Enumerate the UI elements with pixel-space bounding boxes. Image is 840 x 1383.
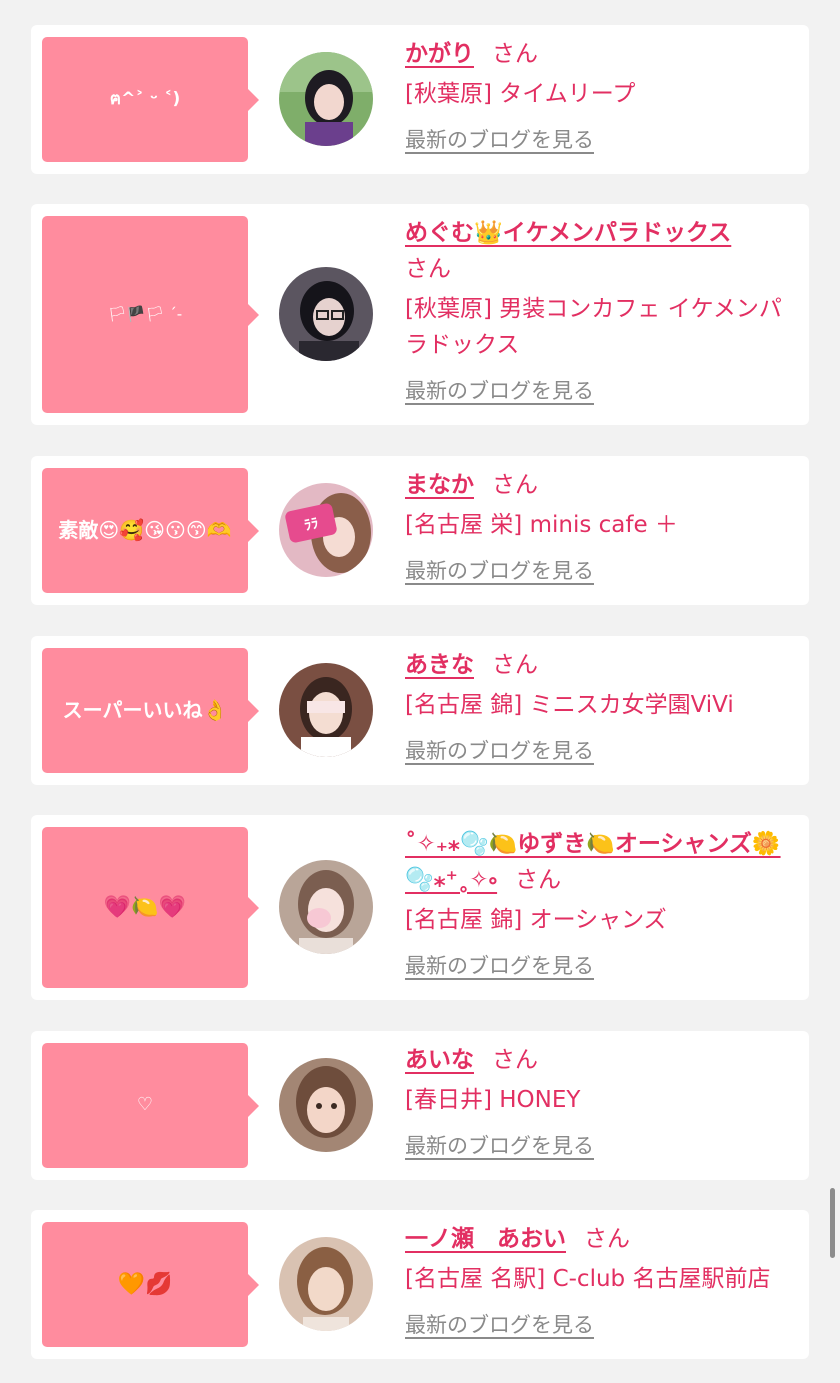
reaction-bubble: ♡ bbox=[42, 1043, 259, 1168]
reaction-bubble: 💗🍋💗 bbox=[42, 827, 259, 988]
avatar-image bbox=[279, 267, 373, 361]
vertical-scrollbar[interactable] bbox=[830, 1188, 835, 1258]
name-line: めぐむ👑イケメンパラドックス さん bbox=[405, 215, 789, 287]
card-info: あいな さん [春日井] HONEY 最新のブログを見る bbox=[405, 1042, 789, 1160]
user-name-link[interactable]: ˚✧₊⁎🫧🍋ゆずき🍋オーシャンズ🌼🫧⁎⁺˳✧༚ bbox=[405, 831, 781, 893]
shop-name: [名古屋 錦] ミニスカ女学園ViVi bbox=[405, 692, 734, 718]
name-line: あきな さん bbox=[405, 647, 789, 683]
card-info: かがり さん [秋葉原] タイムリープ 最新のブログを見る bbox=[405, 36, 789, 154]
avatar[interactable] bbox=[279, 52, 373, 146]
card-info: ˚✧₊⁎🫧🍋ゆずき🍋オーシャンズ🌼🫧⁎⁺˳✧༚ さん [名古屋 錦] オーシャンズ… bbox=[405, 826, 789, 980]
name-line: まなか さん bbox=[405, 467, 789, 503]
card-info: あきな さん [名古屋 錦] ミニスカ女学園ViVi 最新のブログを見る bbox=[405, 647, 789, 765]
user-name-link[interactable]: 一ノ瀬 あおい bbox=[405, 1226, 566, 1252]
latest-blog-link[interactable]: 最新のブログを見る bbox=[405, 735, 594, 765]
honorific: さん bbox=[492, 1047, 538, 1073]
latest-blog-link[interactable]: 最新のブログを見る bbox=[405, 950, 594, 980]
reaction-bubble: スーパーいいね👌 bbox=[42, 648, 259, 773]
shop-name: [名古屋 錦] オーシャンズ bbox=[405, 907, 667, 933]
reaction-bubble: ฅ^˃ ᵕ ˂) bbox=[42, 37, 259, 162]
latest-blog-link[interactable]: 最新のブログを見る bbox=[405, 375, 594, 405]
avatar[interactable] bbox=[279, 1237, 373, 1331]
latest-blog-link[interactable]: 最新のブログを見る bbox=[405, 555, 594, 585]
reaction-card: 素敵😍🥰😘😗😙🫶 ﾗﾗ まなか さん [名古屋 栄] minis cafe ＋ 最… bbox=[31, 456, 809, 605]
avatar[interactable]: ﾗﾗ bbox=[279, 483, 373, 577]
card-info: まなか さん [名古屋 栄] minis cafe ＋ 最新のブログを見る bbox=[405, 467, 789, 585]
honorific: さん bbox=[584, 1226, 630, 1252]
reaction-card: ฅ^˃ ᵕ ˂) かがり さん [秋葉原] タイムリープ 最新のブログを見る bbox=[31, 25, 809, 174]
reaction-card: 🧡💋 一ノ瀬 あおい さん [名古屋 名駅] C-club 名古屋駅前店 最新のブ… bbox=[31, 1210, 809, 1359]
avatar-image bbox=[279, 663, 373, 757]
latest-blog-link[interactable]: 最新のブログを見る bbox=[405, 1130, 594, 1160]
shop-name: [名古屋 名駅] C-club 名古屋駅前店 bbox=[405, 1266, 771, 1292]
avatar[interactable] bbox=[279, 663, 373, 757]
name-line: あいな さん bbox=[405, 1042, 789, 1078]
avatar-image bbox=[279, 52, 373, 146]
reaction-text: 🏳🏴🏳 ˊ- bbox=[107, 305, 183, 324]
shop-name: [秋葉原] タイムリープ bbox=[405, 81, 636, 107]
reaction-text: 🧡💋 bbox=[117, 1271, 173, 1297]
reaction-text: 素敵😍🥰😘😗😙🫶 bbox=[58, 518, 232, 542]
avatar-image: ﾗﾗ bbox=[279, 483, 373, 577]
avatar-image bbox=[279, 860, 373, 954]
reaction-bubble: 🧡💋 bbox=[42, 1222, 259, 1347]
user-name-link[interactable]: かがり bbox=[405, 41, 474, 67]
honorific: さん bbox=[492, 472, 538, 498]
reaction-text: ฅ^˃ ᵕ ˂) bbox=[109, 89, 181, 110]
reaction-card: ♡ あいな さん [春日井] HONEY 最新のブログを見る bbox=[31, 1031, 809, 1180]
reaction-bubble: 素敵😍🥰😘😗😙🫶 bbox=[42, 468, 259, 593]
reaction-text: 💗🍋💗 bbox=[103, 894, 187, 920]
avatar[interactable] bbox=[279, 860, 373, 954]
avatar[interactable] bbox=[279, 1058, 373, 1152]
shop-name: [秋葉原] 男装コンカフェ イケメンパラドックス bbox=[405, 296, 782, 358]
reaction-bubble: 🏳🏴🏳 ˊ- bbox=[42, 216, 259, 413]
avatar-image bbox=[279, 1058, 373, 1152]
honorific: さん bbox=[492, 41, 538, 67]
shop-name: [名古屋 栄] minis cafe ＋ bbox=[405, 512, 678, 538]
user-name-link[interactable]: あきな bbox=[405, 652, 474, 678]
latest-blog-link[interactable]: 最新のブログを見る bbox=[405, 1309, 594, 1339]
name-line: かがり さん bbox=[405, 36, 789, 72]
reaction-card: 💗🍋💗 ˚✧₊⁎🫧🍋ゆずき🍋オーシャンズ🌼🫧⁎⁺˳✧༚ さん [名古屋 錦] オー… bbox=[31, 815, 809, 1000]
user-name-link[interactable]: めぐむ👑イケメンパラドックス bbox=[405, 220, 731, 246]
user-name-link[interactable]: まなか bbox=[405, 472, 474, 498]
reaction-text: ♡ bbox=[136, 1094, 154, 1116]
honorific: さん bbox=[515, 867, 562, 893]
honorific: さん bbox=[405, 256, 451, 282]
honorific: さん bbox=[492, 652, 538, 678]
latest-blog-link[interactable]: 最新のブログを見る bbox=[405, 124, 594, 154]
avatar-image bbox=[279, 1237, 373, 1331]
name-line: ˚✧₊⁎🫧🍋ゆずき🍋オーシャンズ🌼🫧⁎⁺˳✧༚ さん bbox=[405, 826, 789, 898]
reaction-card: 🏳🏴🏳 ˊ- めぐむ👑イケメンパラドックス さん [秋葉原] 男装コンカフェ イケ… bbox=[31, 204, 809, 425]
reaction-text: スーパーいいね👌 bbox=[62, 698, 228, 722]
card-info: めぐむ👑イケメンパラドックス さん [秋葉原] 男装コンカフェ イケメンパラドック… bbox=[405, 215, 789, 405]
card-info: 一ノ瀬 あおい さん [名古屋 名駅] C-club 名古屋駅前店 最新のブログを… bbox=[405, 1221, 789, 1339]
reaction-card: スーパーいいね👌 あきな さん [名古屋 錦] ミニスカ女学園ViVi 最新のブロ… bbox=[31, 636, 809, 785]
user-name-link[interactable]: あいな bbox=[405, 1047, 474, 1073]
shop-name: [春日井] HONEY bbox=[405, 1087, 581, 1113]
name-line: 一ノ瀬 あおい さん bbox=[405, 1221, 789, 1257]
avatar[interactable] bbox=[279, 267, 373, 361]
